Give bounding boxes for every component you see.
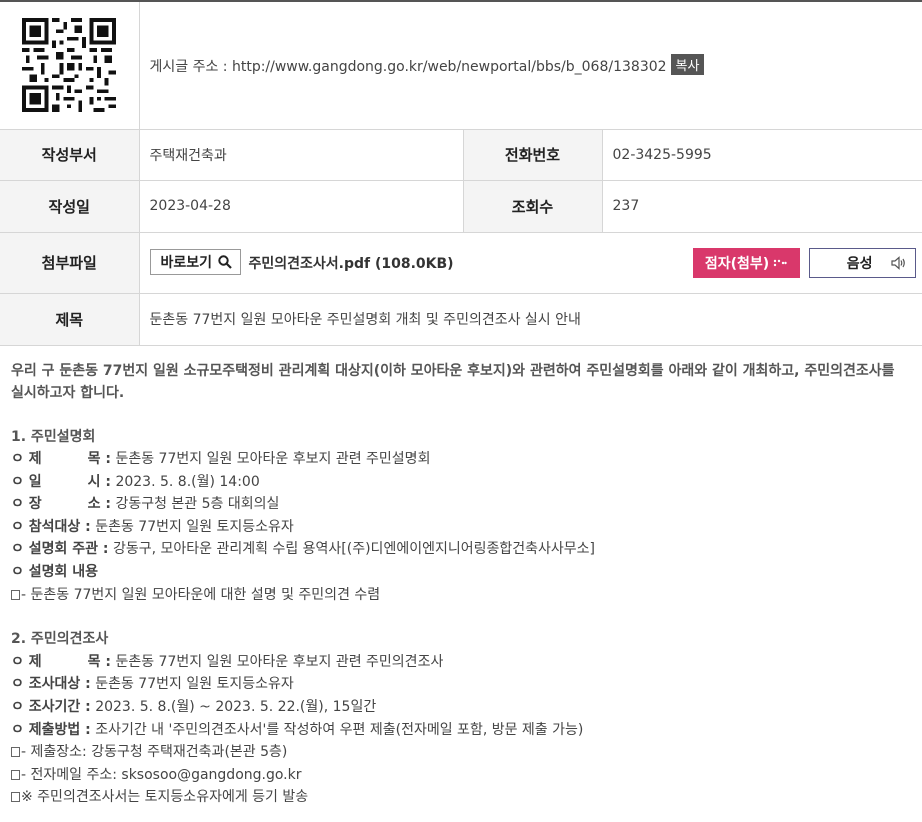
date-value: 2023-04-28 <box>139 180 464 233</box>
s1-host-line: ㅇ 설명회 주관 : 강동구, 모아타운 관리계획 수립 용역사[(주)디엔에이… <box>11 541 595 558</box>
s1-target-line: ㅇ 참석대상 : 둔촌동 77번지 일원 토지등소유자 <box>11 518 294 535</box>
s1-time-line: ㅇ 일시 : 2023. 5. 8.(월) 14:00 <box>11 473 260 490</box>
view-file-button[interactable]: 바로보기 <box>149 248 242 275</box>
braille-dots-icon <box>773 259 787 266</box>
s2-email-line: - 전자메일 주소: sksosoo@gangdong.go.kr <box>11 764 911 787</box>
s1-place-line: ㅇ 장소 : 강동구청 본관 5층 대회의실 <box>11 496 280 513</box>
s1-content-line: ㅇ 설명회 내용 <box>11 564 99 581</box>
speaker-icon <box>890 255 905 270</box>
qr-code-cell <box>0 1 140 130</box>
s2-target-line: ㅇ 조사대상 : 둔촌동 77번지 일원 토지등소유자 <box>11 676 294 693</box>
search-icon <box>218 254 232 269</box>
attach-cell: 바로보기 주민의견조사서.pdf (108.0KB) 점자(첨부) 음성 <box>139 232 922 294</box>
view-file-label: 바로보기 <box>160 254 213 271</box>
views-value: 237 <box>602 180 922 233</box>
date-label: 작성일 <box>0 180 140 233</box>
phone-label: 전화번호 <box>463 129 603 181</box>
braille-button[interactable]: 점자(첨부) <box>692 247 800 278</box>
s2-place-line: - 제출장소: 강동구청 주택재건축과(본관 5층) <box>11 741 911 764</box>
bullet-box-icon <box>11 589 20 600</box>
voice-button[interactable]: 음성 <box>808 247 916 278</box>
s1-title-line: ㅇ 제목 : 둔촌동 77번지 일원 모아타운 후보지 관련 주민설명회 <box>11 451 431 468</box>
section-2-heading: 2. 주민의견조사 <box>11 631 109 648</box>
attach-label: 첨부파일 <box>0 232 140 294</box>
title-label: 제목 <box>0 293 140 346</box>
bullet-box-icon <box>11 792 20 803</box>
bullet-box-icon <box>11 769 20 780</box>
voice-label: 음성 <box>846 255 873 272</box>
post-url: 게시글 주소 : http://www.gangdong.go.kr/web/n… <box>149 59 667 76</box>
braille-label: 점자(첨부) <box>704 255 770 272</box>
content-lead: 우리 구 둔촌동 77번지 일원 소규모주택정비 관리계획 대상지(이하 모아타… <box>11 362 895 401</box>
post-info-table: 게시글 주소 : http://www.gangdong.go.kr/web/n… <box>0 0 922 346</box>
post-view: 게시글 주소 : http://www.gangdong.go.kr/web/n… <box>0 0 922 822</box>
copy-url-button[interactable]: 복사 <box>670 54 705 76</box>
s2-note-line: ※ 주민의견조사서는 토지등소유자에게 등기 발송 <box>11 786 911 809</box>
views-label: 조회수 <box>463 180 603 233</box>
bullet-box-icon <box>11 747 20 758</box>
s2-period-line: ㅇ 조사기간 : 2023. 5. 8.(월) ~ 2023. 5. 22.(월… <box>11 699 377 716</box>
qr-code-icon <box>22 18 117 113</box>
section-1-heading: 1. 주민설명회 <box>11 428 96 445</box>
dept-label: 작성부서 <box>0 129 140 181</box>
post-content: 우리 구 둔촌동 77번지 일원 소규모주택정비 관리계획 대상지(이하 모아타… <box>0 346 922 810</box>
attach-filename[interactable]: 주민의견조사서.pdf (108.0KB) <box>249 253 454 273</box>
s1-content-detail: - 둔촌동 77번지 일원 모아타운에 대한 설명 및 주민의견 수렴 <box>11 584 911 607</box>
dept-value: 주택재건축과 <box>139 129 464 181</box>
s2-method-line: ㅇ 제출방법 : 조사기간 내 '주민의견조사서'를 작성하여 우편 제출(전자… <box>11 721 584 738</box>
post-title: 둔촌동 77번지 일원 모아타운 주민설명회 개최 및 주민의견조사 실시 안내 <box>139 293 922 346</box>
s2-title-line: ㅇ 제목 : 둔촌동 77번지 일원 모아타운 후보지 관련 주민의견조사 <box>11 653 444 670</box>
phone-value: 02-3425-5995 <box>602 129 922 181</box>
post-url-cell: 게시글 주소 : http://www.gangdong.go.kr/web/n… <box>139 1 922 130</box>
